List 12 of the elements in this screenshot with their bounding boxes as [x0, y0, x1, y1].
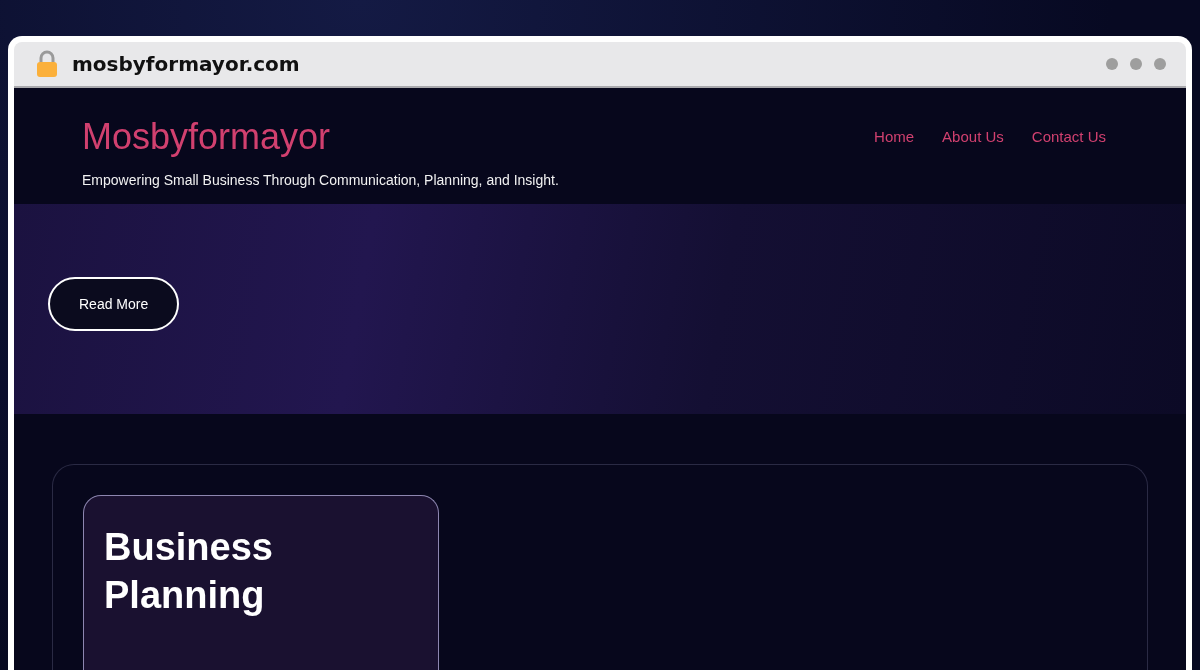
read-more-button[interactable]: Read More: [48, 277, 180, 331]
nav-link[interactable]: Contact Us: [1031, 128, 1106, 145]
nav-link[interactable]: About Us: [942, 128, 1004, 145]
url-text[interactable]: mosbyformayor.com: [72, 52, 1092, 76]
card-title: Business Planning: [104, 525, 274, 618]
window-dot-icon[interactable]: [1130, 58, 1142, 70]
tagline: Empowering Small Business Through Communication, Planning, and Insight.: [82, 172, 559, 188]
site-title[interactable]: Mosbyformayor: [82, 116, 559, 158]
nav-link[interactable]: Home: [874, 128, 915, 145]
window-dot-icon[interactable]: [1154, 58, 1166, 70]
padlock-icon: [36, 50, 58, 78]
window-dot-icon[interactable]: [1106, 58, 1118, 70]
